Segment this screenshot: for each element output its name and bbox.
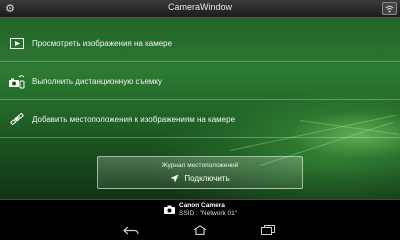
menu-item-label: Добавить местоположения к изображениям н… (32, 114, 236, 124)
camera-name: Canon Camera (179, 202, 225, 209)
wifi-status-button[interactable] (382, 2, 397, 15)
home-button[interactable] (190, 223, 210, 237)
navigation-bar (0, 220, 400, 240)
satellite-icon (9, 112, 25, 126)
title-bar: ⚙ CameraWindow (0, 0, 400, 18)
wifi-status-icon (385, 5, 394, 13)
location-arrow-icon (170, 174, 179, 183)
app-title: CameraWindow (167, 2, 233, 12)
camera-icon (164, 205, 175, 214)
play-icon (10, 37, 24, 49)
menu-item-view-images[interactable]: Просмотреть изображения на камере (0, 25, 400, 62)
menu-item-label: Просмотреть изображения на камере (32, 38, 173, 48)
camera-status-bar: Canon Camera SSID : "Network 01" (0, 199, 400, 220)
recent-apps-button[interactable] (258, 223, 278, 237)
journal-title: Журнал местоположений (161, 162, 239, 169)
camera-ssid: SSID : "Network 01" (179, 210, 238, 217)
recent-apps-icon (261, 225, 275, 235)
home-icon (193, 225, 207, 235)
location-journal-connect-button[interactable]: Журнал местоположений Подключить (97, 156, 303, 189)
menu-item-label: Выполнить дистанционную съемку (32, 76, 162, 86)
connect-label: Подключить (184, 174, 230, 183)
remote-shoot-icon (9, 74, 25, 88)
menu-item-add-location[interactable]: Добавить местоположения к изображениям н… (0, 101, 400, 138)
back-icon (123, 226, 139, 234)
menu-item-remote-shoot[interactable]: Выполнить дистанционную съемку (0, 63, 400, 100)
back-button[interactable] (121, 223, 141, 237)
